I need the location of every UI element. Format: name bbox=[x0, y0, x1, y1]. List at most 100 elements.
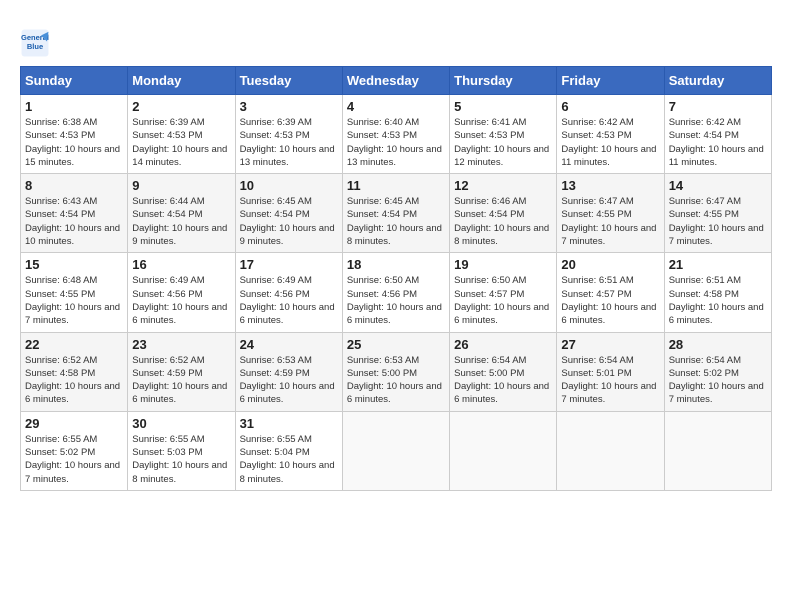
day-info: Sunrise: 6:40 AMSunset: 4:53 PMDaylight:… bbox=[347, 116, 445, 169]
day-cell: 18 Sunrise: 6:50 AMSunset: 4:56 PMDaylig… bbox=[342, 253, 449, 332]
svg-text:Blue: Blue bbox=[27, 42, 43, 51]
day-cell: 14 Sunrise: 6:47 AMSunset: 4:55 PMDaylig… bbox=[664, 174, 771, 253]
day-cell: 31 Sunrise: 6:55 AMSunset: 5:04 PMDaylig… bbox=[235, 411, 342, 490]
week-row-1: 1 Sunrise: 6:38 AMSunset: 4:53 PMDayligh… bbox=[21, 95, 772, 174]
day-number: 18 bbox=[347, 257, 445, 272]
column-header-sunday: Sunday bbox=[21, 67, 128, 95]
logo: General Blue bbox=[20, 28, 54, 58]
day-info: Sunrise: 6:55 AMSunset: 5:03 PMDaylight:… bbox=[132, 433, 230, 486]
day-info: Sunrise: 6:53 AMSunset: 5:00 PMDaylight:… bbox=[347, 354, 445, 407]
day-number: 25 bbox=[347, 337, 445, 352]
day-info: Sunrise: 6:43 AMSunset: 4:54 PMDaylight:… bbox=[25, 195, 123, 248]
day-cell: 20 Sunrise: 6:51 AMSunset: 4:57 PMDaylig… bbox=[557, 253, 664, 332]
day-cell: 5 Sunrise: 6:41 AMSunset: 4:53 PMDayligh… bbox=[450, 95, 557, 174]
day-number: 19 bbox=[454, 257, 552, 272]
day-cell: 4 Sunrise: 6:40 AMSunset: 4:53 PMDayligh… bbox=[342, 95, 449, 174]
day-info: Sunrise: 6:42 AMSunset: 4:53 PMDaylight:… bbox=[561, 116, 659, 169]
day-number: 22 bbox=[25, 337, 123, 352]
column-header-tuesday: Tuesday bbox=[235, 67, 342, 95]
day-info: Sunrise: 6:54 AMSunset: 5:01 PMDaylight:… bbox=[561, 354, 659, 407]
day-number: 29 bbox=[25, 416, 123, 431]
day-info: Sunrise: 6:49 AMSunset: 4:56 PMDaylight:… bbox=[132, 274, 230, 327]
day-cell: 25 Sunrise: 6:53 AMSunset: 5:00 PMDaylig… bbox=[342, 332, 449, 411]
day-cell bbox=[664, 411, 771, 490]
day-info: Sunrise: 6:50 AMSunset: 4:56 PMDaylight:… bbox=[347, 274, 445, 327]
day-number: 30 bbox=[132, 416, 230, 431]
page-header: General Blue bbox=[20, 24, 772, 58]
day-cell: 30 Sunrise: 6:55 AMSunset: 5:03 PMDaylig… bbox=[128, 411, 235, 490]
day-number: 8 bbox=[25, 178, 123, 193]
day-info: Sunrise: 6:53 AMSunset: 4:59 PMDaylight:… bbox=[240, 354, 338, 407]
day-number: 5 bbox=[454, 99, 552, 114]
day-number: 15 bbox=[25, 257, 123, 272]
day-cell: 23 Sunrise: 6:52 AMSunset: 4:59 PMDaylig… bbox=[128, 332, 235, 411]
day-info: Sunrise: 6:44 AMSunset: 4:54 PMDaylight:… bbox=[132, 195, 230, 248]
day-info: Sunrise: 6:49 AMSunset: 4:56 PMDaylight:… bbox=[240, 274, 338, 327]
day-cell: 8 Sunrise: 6:43 AMSunset: 4:54 PMDayligh… bbox=[21, 174, 128, 253]
day-number: 4 bbox=[347, 99, 445, 114]
day-cell: 29 Sunrise: 6:55 AMSunset: 5:02 PMDaylig… bbox=[21, 411, 128, 490]
day-info: Sunrise: 6:38 AMSunset: 4:53 PMDaylight:… bbox=[25, 116, 123, 169]
week-row-3: 15 Sunrise: 6:48 AMSunset: 4:55 PMDaylig… bbox=[21, 253, 772, 332]
day-cell: 11 Sunrise: 6:45 AMSunset: 4:54 PMDaylig… bbox=[342, 174, 449, 253]
day-cell: 9 Sunrise: 6:44 AMSunset: 4:54 PMDayligh… bbox=[128, 174, 235, 253]
day-cell: 19 Sunrise: 6:50 AMSunset: 4:57 PMDaylig… bbox=[450, 253, 557, 332]
day-number: 6 bbox=[561, 99, 659, 114]
day-number: 11 bbox=[347, 178, 445, 193]
day-cell: 28 Sunrise: 6:54 AMSunset: 5:02 PMDaylig… bbox=[664, 332, 771, 411]
day-number: 3 bbox=[240, 99, 338, 114]
day-cell: 7 Sunrise: 6:42 AMSunset: 4:54 PMDayligh… bbox=[664, 95, 771, 174]
day-number: 7 bbox=[669, 99, 767, 114]
column-header-friday: Friday bbox=[557, 67, 664, 95]
day-info: Sunrise: 6:41 AMSunset: 4:53 PMDaylight:… bbox=[454, 116, 552, 169]
day-info: Sunrise: 6:51 AMSunset: 4:57 PMDaylight:… bbox=[561, 274, 659, 327]
day-number: 31 bbox=[240, 416, 338, 431]
day-number: 23 bbox=[132, 337, 230, 352]
day-cell: 21 Sunrise: 6:51 AMSunset: 4:58 PMDaylig… bbox=[664, 253, 771, 332]
day-cell: 17 Sunrise: 6:49 AMSunset: 4:56 PMDaylig… bbox=[235, 253, 342, 332]
day-cell: 1 Sunrise: 6:38 AMSunset: 4:53 PMDayligh… bbox=[21, 95, 128, 174]
day-number: 20 bbox=[561, 257, 659, 272]
day-info: Sunrise: 6:50 AMSunset: 4:57 PMDaylight:… bbox=[454, 274, 552, 327]
day-cell: 13 Sunrise: 6:47 AMSunset: 4:55 PMDaylig… bbox=[557, 174, 664, 253]
day-number: 13 bbox=[561, 178, 659, 193]
day-cell: 2 Sunrise: 6:39 AMSunset: 4:53 PMDayligh… bbox=[128, 95, 235, 174]
day-number: 2 bbox=[132, 99, 230, 114]
day-number: 24 bbox=[240, 337, 338, 352]
day-number: 26 bbox=[454, 337, 552, 352]
day-number: 14 bbox=[669, 178, 767, 193]
day-info: Sunrise: 6:47 AMSunset: 4:55 PMDaylight:… bbox=[669, 195, 767, 248]
day-info: Sunrise: 6:54 AMSunset: 5:00 PMDaylight:… bbox=[454, 354, 552, 407]
header-row: SundayMondayTuesdayWednesdayThursdayFrid… bbox=[21, 67, 772, 95]
week-row-4: 22 Sunrise: 6:52 AMSunset: 4:58 PMDaylig… bbox=[21, 332, 772, 411]
day-cell: 16 Sunrise: 6:49 AMSunset: 4:56 PMDaylig… bbox=[128, 253, 235, 332]
day-info: Sunrise: 6:39 AMSunset: 4:53 PMDaylight:… bbox=[240, 116, 338, 169]
day-number: 10 bbox=[240, 178, 338, 193]
day-info: Sunrise: 6:55 AMSunset: 5:02 PMDaylight:… bbox=[25, 433, 123, 486]
logo-icon: General Blue bbox=[20, 28, 50, 58]
day-cell: 12 Sunrise: 6:46 AMSunset: 4:54 PMDaylig… bbox=[450, 174, 557, 253]
day-info: Sunrise: 6:48 AMSunset: 4:55 PMDaylight:… bbox=[25, 274, 123, 327]
day-info: Sunrise: 6:52 AMSunset: 4:58 PMDaylight:… bbox=[25, 354, 123, 407]
day-number: 28 bbox=[669, 337, 767, 352]
day-info: Sunrise: 6:45 AMSunset: 4:54 PMDaylight:… bbox=[347, 195, 445, 248]
day-info: Sunrise: 6:54 AMSunset: 5:02 PMDaylight:… bbox=[669, 354, 767, 407]
day-info: Sunrise: 6:42 AMSunset: 4:54 PMDaylight:… bbox=[669, 116, 767, 169]
day-info: Sunrise: 6:39 AMSunset: 4:53 PMDaylight:… bbox=[132, 116, 230, 169]
day-info: Sunrise: 6:45 AMSunset: 4:54 PMDaylight:… bbox=[240, 195, 338, 248]
day-info: Sunrise: 6:51 AMSunset: 4:58 PMDaylight:… bbox=[669, 274, 767, 327]
column-header-monday: Monday bbox=[128, 67, 235, 95]
day-cell: 3 Sunrise: 6:39 AMSunset: 4:53 PMDayligh… bbox=[235, 95, 342, 174]
day-cell: 6 Sunrise: 6:42 AMSunset: 4:53 PMDayligh… bbox=[557, 95, 664, 174]
column-header-saturday: Saturday bbox=[664, 67, 771, 95]
day-info: Sunrise: 6:46 AMSunset: 4:54 PMDaylight:… bbox=[454, 195, 552, 248]
day-info: Sunrise: 6:52 AMSunset: 4:59 PMDaylight:… bbox=[132, 354, 230, 407]
day-cell: 22 Sunrise: 6:52 AMSunset: 4:58 PMDaylig… bbox=[21, 332, 128, 411]
week-row-2: 8 Sunrise: 6:43 AMSunset: 4:54 PMDayligh… bbox=[21, 174, 772, 253]
day-number: 1 bbox=[25, 99, 123, 114]
week-row-5: 29 Sunrise: 6:55 AMSunset: 5:02 PMDaylig… bbox=[21, 411, 772, 490]
day-cell bbox=[557, 411, 664, 490]
day-info: Sunrise: 6:55 AMSunset: 5:04 PMDaylight:… bbox=[240, 433, 338, 486]
day-cell: 15 Sunrise: 6:48 AMSunset: 4:55 PMDaylig… bbox=[21, 253, 128, 332]
day-cell: 27 Sunrise: 6:54 AMSunset: 5:01 PMDaylig… bbox=[557, 332, 664, 411]
